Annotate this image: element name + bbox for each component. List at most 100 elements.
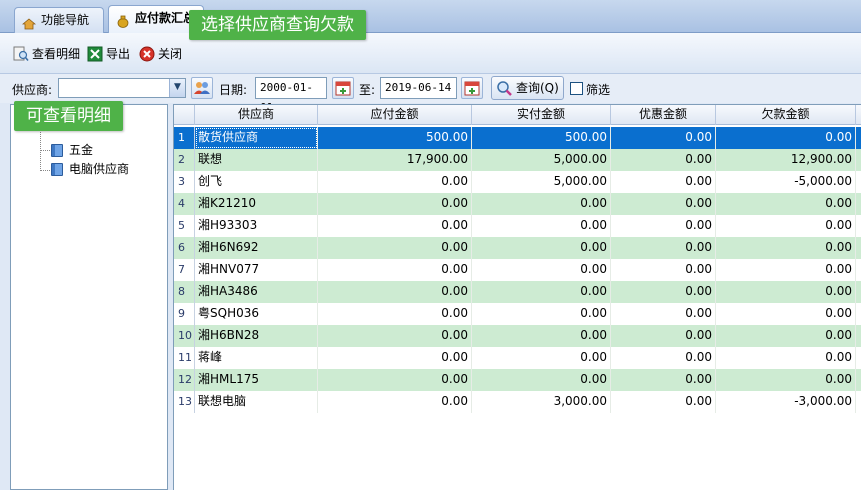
calendar-icon bbox=[333, 81, 353, 101]
cell-discount: 0.00 bbox=[611, 369, 716, 391]
table-row[interactable]: 11 蒋峰 0.00 0.00 0.00 0.00 bbox=[174, 347, 861, 369]
cell-supplier: 湘HNV077 bbox=[195, 259, 318, 281]
column-header-payable[interactable]: 应付金额 bbox=[318, 105, 472, 125]
book-icon bbox=[51, 144, 63, 157]
table-header: 供应商 应付金额 实付金额 优惠金额 欠款金额 bbox=[174, 105, 861, 125]
cell-owed: 0.00 bbox=[716, 127, 856, 149]
cell-supplier: 散货供应商 bbox=[195, 127, 318, 149]
tab-function-nav[interactable]: 功能导航 bbox=[14, 7, 104, 33]
cell-paid: 0.00 bbox=[472, 259, 611, 281]
payable-summary-table: 供应商 应付金额 实付金额 优惠金额 欠款金额 1 散货供应商 500.00 500.… bbox=[173, 104, 861, 490]
cell-supplier: 湘HML175 bbox=[195, 369, 318, 391]
row-number: 4 bbox=[174, 193, 195, 215]
table-row[interactable]: 10 湘H6BN28 0.00 0.00 0.00 0.00 bbox=[174, 325, 861, 347]
cell-paid: 3,000.00 bbox=[472, 391, 611, 413]
toolbar: 查看明细 导出 关闭 bbox=[0, 33, 861, 74]
cell-payable: 0.00 bbox=[318, 369, 472, 391]
query-label: 查询(Q) bbox=[516, 81, 559, 95]
cell-payable: 0.00 bbox=[318, 347, 472, 369]
table-row[interactable]: 4 湘K21210 0.00 0.00 0.00 0.00 bbox=[174, 193, 861, 215]
row-number: 12 bbox=[174, 369, 195, 391]
row-number: 8 bbox=[174, 281, 195, 303]
date-from-input[interactable]: 2000-01-01 bbox=[255, 77, 327, 114]
cell-payable: 0.00 bbox=[318, 281, 472, 303]
query-button[interactable]: 查询(Q) bbox=[491, 76, 564, 100]
cell-discount: 0.00 bbox=[611, 347, 716, 369]
tab-label: 应付款汇总 bbox=[135, 11, 196, 25]
cell-discount: 0.00 bbox=[611, 171, 716, 193]
cell-owed: 0.00 bbox=[716, 303, 856, 325]
cell-payable: 0.00 bbox=[318, 237, 472, 259]
table-row[interactable]: 7 湘HNV077 0.00 0.00 0.00 0.00 bbox=[174, 259, 861, 281]
cell-payable: 0.00 bbox=[318, 215, 472, 237]
cell-discount: 0.00 bbox=[611, 259, 716, 281]
view-detail-button[interactable]: 查看明细 bbox=[13, 45, 80, 63]
close-button[interactable]: 关闭 bbox=[139, 45, 182, 63]
cell-paid: 0.00 bbox=[472, 303, 611, 325]
table-row[interactable]: 2 联想 17,900.00 5,000.00 0.00 12,900.00 bbox=[174, 149, 861, 171]
date-label: 日期: bbox=[219, 83, 248, 97]
tree-item-computer-supplier[interactable]: 电脑供应商 bbox=[51, 161, 129, 177]
cell-payable: 500.00 bbox=[318, 127, 472, 149]
date-to-input[interactable]: 2019-06-14 bbox=[380, 77, 457, 99]
table-row[interactable]: 12 湘HML175 0.00 0.00 0.00 0.00 bbox=[174, 369, 861, 391]
money-bag-icon bbox=[116, 12, 130, 28]
export-button[interactable]: 导出 bbox=[87, 45, 130, 63]
home-icon bbox=[21, 14, 37, 30]
filter-label: 筛选 bbox=[586, 83, 611, 97]
cell-discount: 0.00 bbox=[611, 215, 716, 237]
cell-paid: 0.00 bbox=[472, 193, 611, 215]
column-header-supplier[interactable]: 供应商 bbox=[195, 105, 318, 125]
tab-bar: 功能导航 应付款汇总 bbox=[0, 0, 861, 33]
cell-payable: 0.00 bbox=[318, 171, 472, 193]
book-icon bbox=[51, 163, 63, 176]
chevron-down-icon[interactable]: ▼ bbox=[169, 79, 185, 97]
supplier-select[interactable]: ▼ bbox=[58, 78, 186, 98]
cell-owed: 0.00 bbox=[716, 215, 856, 237]
cell-discount: 0.00 bbox=[611, 303, 716, 325]
export-label: 导出 bbox=[106, 47, 131, 61]
cell-paid: 0.00 bbox=[472, 369, 611, 391]
cell-discount: 0.00 bbox=[611, 281, 716, 303]
cell-discount: 0.00 bbox=[611, 391, 716, 413]
query-hint-callout: 选择供应商查询欠款 bbox=[189, 10, 366, 40]
table-row[interactable]: 13 联想电脑 0.00 3,000.00 0.00 -3,000.00 bbox=[174, 391, 861, 413]
cell-paid: 0.00 bbox=[472, 237, 611, 259]
cell-paid: 5,000.00 bbox=[472, 171, 611, 193]
close-label: 关闭 bbox=[158, 47, 183, 61]
cell-discount: 0.00 bbox=[611, 325, 716, 347]
select-supplier-button[interactable] bbox=[191, 77, 213, 99]
table-row[interactable]: 1 散货供应商 500.00 500.00 0.00 0.00 bbox=[174, 127, 861, 149]
row-number: 6 bbox=[174, 237, 195, 259]
column-header-discount[interactable]: 优惠金额 bbox=[611, 105, 716, 125]
tree-item-hardware[interactable]: 五金 bbox=[51, 142, 93, 158]
cell-owed: 0.00 bbox=[716, 193, 856, 215]
magnifier-doc-icon bbox=[13, 46, 29, 62]
table-row[interactable]: 5 湘H93303 0.00 0.00 0.00 0.00 bbox=[174, 215, 861, 237]
row-number: 2 bbox=[174, 149, 195, 171]
row-number: 13 bbox=[174, 391, 195, 413]
cell-discount: 0.00 bbox=[611, 149, 716, 171]
cell-owed: 0.00 bbox=[716, 237, 856, 259]
table-row[interactable]: 8 湘HA3486 0.00 0.00 0.00 0.00 bbox=[174, 281, 861, 303]
tree-item-label: 五金 bbox=[69, 143, 94, 157]
cell-owed: -3,000.00 bbox=[716, 391, 856, 413]
filter-checkbox[interactable] bbox=[570, 82, 583, 95]
cell-payable: 0.00 bbox=[318, 391, 472, 413]
cell-owed: 0.00 bbox=[716, 369, 856, 391]
cell-owed: 0.00 bbox=[716, 281, 856, 303]
detail-hint-callout: 可查看明细 bbox=[14, 101, 123, 131]
table-row[interactable]: 6 湘H6N692 0.00 0.00 0.00 0.00 bbox=[174, 237, 861, 259]
table-row[interactable]: 9 粤SQH036 0.00 0.00 0.00 0.00 bbox=[174, 303, 861, 325]
excel-icon bbox=[87, 46, 103, 62]
cell-paid: 5,000.00 bbox=[472, 149, 611, 171]
cell-supplier: 湘H93303 bbox=[195, 215, 318, 237]
table-row[interactable]: 3 创飞 0.00 5,000.00 0.00 -5,000.00 bbox=[174, 171, 861, 193]
cell-supplier: 湘H6BN28 bbox=[195, 325, 318, 347]
row-number: 10 bbox=[174, 325, 195, 347]
date-from-picker[interactable] bbox=[332, 77, 354, 99]
column-header-owed[interactable]: 欠款金额 bbox=[716, 105, 856, 125]
column-header-paid[interactable]: 实付金额 bbox=[472, 105, 611, 125]
date-to-picker[interactable] bbox=[461, 77, 483, 99]
cell-payable: 0.00 bbox=[318, 193, 472, 215]
